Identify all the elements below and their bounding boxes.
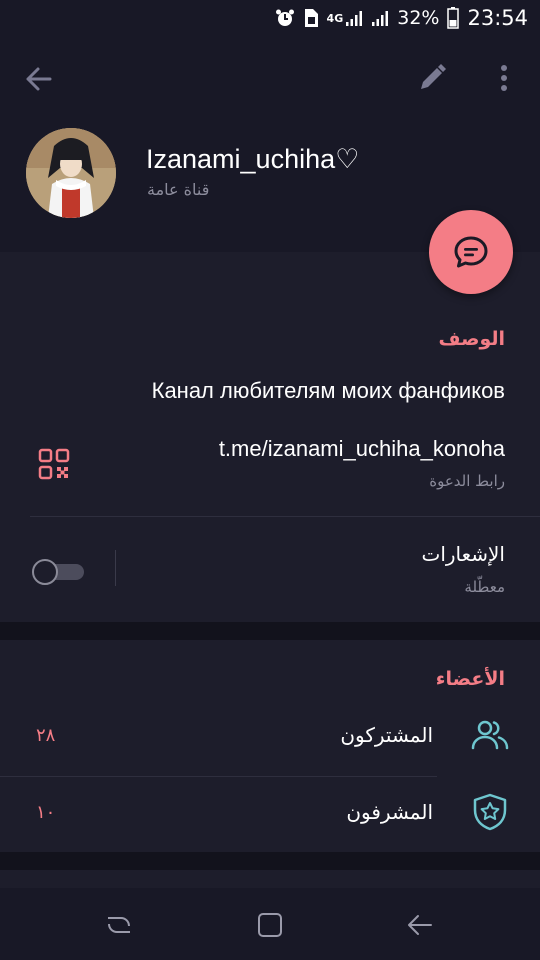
description-section-title: الوصف [438,328,505,350]
recent-apps-icon [108,917,130,933]
clock: 23:54 [467,6,528,30]
qr-code-icon [38,448,70,480]
status-bar: 4G 32% 23:54 [0,0,540,36]
pencil-icon [421,64,446,89]
back-arrow-icon [408,915,432,935]
channel-avatar[interactable] [26,128,116,218]
notifications-toggle[interactable] [32,557,84,585]
invite-link[interactable]: t.me/izanami_uchiha_konoha [219,436,505,462]
more-menu-button[interactable] [492,62,516,94]
members-section-title: الأعضاء [435,668,505,690]
qr-code-button[interactable] [38,448,70,480]
arrow-left-icon [26,67,52,91]
members-card: الأعضاء المشتركون ٢٨ المشرفون ١٠ [0,640,540,852]
system-navigation-bar [0,888,540,960]
subscribers-label: المشتركون [340,723,433,747]
divider [30,516,540,517]
home-button[interactable] [255,910,285,940]
more-vertical-icon [501,65,507,91]
channel-info-card: الوصف Канал любителям моих фанфиков t.me… [0,252,540,622]
status-icons: 4G 32% 23:54 [275,6,528,30]
alarm-icon [275,8,295,28]
signal-icon [345,9,363,27]
vertical-divider [115,550,116,586]
battery-percent: 32% [397,7,440,29]
subscribers-icon [470,715,510,755]
back-button[interactable] [22,64,62,94]
admins-label: المشرفون [346,800,433,824]
notifications-label[interactable]: الإشعارات [421,542,505,566]
home-icon [258,913,282,937]
channel-description: Канал любителям моих фанфиков [151,378,505,403]
shield-star-icon [470,792,510,832]
invite-link-caption: رابط الدعوة [429,472,505,490]
sim-card-icon [303,8,319,28]
recent-apps-button[interactable] [104,910,134,940]
subscribers-row[interactable]: المشتركون ٢٨ [0,700,540,770]
admins-row[interactable]: المشرفون ١٠ [0,777,540,847]
signal-icon-2 [371,9,389,27]
message-fab-button[interactable] [429,210,513,294]
subscribers-count: ٢٨ [36,725,56,746]
battery-icon [447,7,460,29]
back-nav-button[interactable] [405,910,435,940]
avatar-image [26,128,116,218]
chat-bubble-icon [454,236,488,268]
admins-count: ١٠ [36,802,56,823]
notifications-status: معطّلة [464,578,505,596]
network-type: 4G [326,11,344,25]
next-section-card [0,870,540,890]
channel-name: Izanami_uchiha♡ [146,144,360,174]
channel-type: قناة عامة [147,180,210,199]
toggle-thumb [32,559,58,585]
edit-button[interactable] [416,62,448,94]
